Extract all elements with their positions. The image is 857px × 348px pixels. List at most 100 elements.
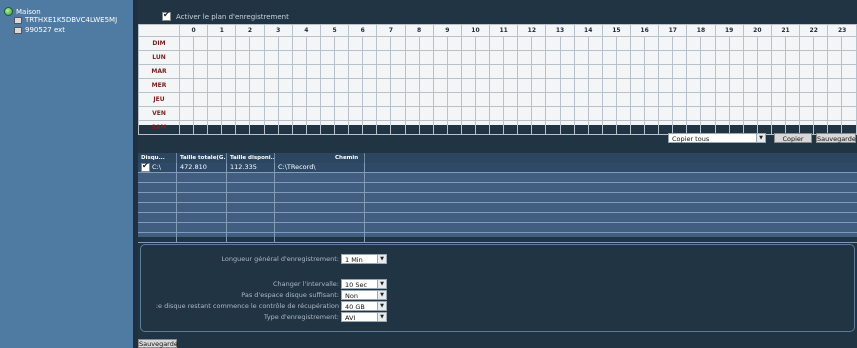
table-row[interactable] xyxy=(138,213,857,223)
schedule-cell[interactable] xyxy=(305,78,321,93)
schedule-cell[interactable] xyxy=(728,64,744,79)
schedule-cell[interactable] xyxy=(460,50,476,65)
schedule-cell[interactable] xyxy=(263,120,279,135)
schedule-cell[interactable] xyxy=(207,92,223,107)
schedule-cell[interactable] xyxy=(813,50,829,65)
schedule-cell[interactable] xyxy=(376,50,392,65)
schedule-cell[interactable] xyxy=(362,64,378,79)
schedule-cell[interactable] xyxy=(545,64,561,79)
schedule-cell[interactable] xyxy=(334,106,350,121)
schedule-cell[interactable] xyxy=(573,78,589,93)
schedule-cell[interactable] xyxy=(770,78,787,93)
schedule-cell[interactable] xyxy=(404,78,420,93)
schedule-cell[interactable] xyxy=(334,64,350,79)
schedule-cell[interactable] xyxy=(362,92,378,107)
schedule-cell[interactable] xyxy=(460,92,476,107)
schedule-cell[interactable] xyxy=(813,106,829,121)
schedule-cell[interactable] xyxy=(178,92,195,107)
schedule-cell[interactable] xyxy=(672,50,688,65)
schedule-cell[interactable] xyxy=(672,92,688,107)
schedule-cell[interactable] xyxy=(714,36,730,51)
schedule-cell[interactable] xyxy=(235,106,251,121)
schedule-cell[interactable] xyxy=(503,64,519,79)
schedule-cell[interactable] xyxy=(559,50,575,65)
schedule-cell[interactable] xyxy=(545,120,561,135)
schedule-cell[interactable] xyxy=(785,78,801,93)
schedule-cell[interactable] xyxy=(587,120,603,135)
schedule-table[interactable]: 0 1 2 3 4 5 6 7 8 9 10 11 12 13 14 15 16 17 18 19 20 21 22 23 D… xyxy=(138,24,857,135)
schedule-cell[interactable] xyxy=(418,36,434,51)
copy-select[interactable]: Copier tous ▼ xyxy=(668,133,766,143)
schedule-cell[interactable] xyxy=(489,64,505,79)
schedule-cell[interactable] xyxy=(686,50,702,65)
schedule-cell[interactable] xyxy=(545,92,561,107)
schedule-cell[interactable] xyxy=(629,106,646,121)
schedule-cell[interactable] xyxy=(629,120,646,135)
schedule-cell[interactable] xyxy=(573,36,589,51)
tree-device-1[interactable]: TRTHXE1K5DBVC4LWE5MJ xyxy=(14,16,117,24)
schedule-cell[interactable] xyxy=(545,36,561,51)
schedule-cell[interactable] xyxy=(489,78,505,93)
recording-type-select[interactable]: AVI ▼ xyxy=(341,312,387,322)
schedule-cell[interactable] xyxy=(770,92,787,107)
schedule-cell[interactable] xyxy=(573,50,589,65)
schedule-cell[interactable] xyxy=(644,78,660,93)
schedule-cell[interactable] xyxy=(841,36,857,51)
schedule-cell[interactable] xyxy=(207,36,223,51)
schedule-cell[interactable] xyxy=(489,120,505,135)
schedule-cell[interactable] xyxy=(658,50,674,65)
save-schedule-button[interactable]: Sauvegarde xyxy=(816,133,856,143)
schedule-cell[interactable] xyxy=(841,50,857,65)
schedule-cell[interactable] xyxy=(629,78,646,93)
schedule-cell[interactable] xyxy=(277,92,293,107)
disk-checkbox[interactable] xyxy=(141,163,150,172)
schedule-cell[interactable] xyxy=(770,64,787,79)
schedule-cell[interactable] xyxy=(291,92,307,107)
schedule-cell[interactable] xyxy=(178,120,195,135)
schedule-cell[interactable] xyxy=(334,50,350,65)
schedule-cell[interactable] xyxy=(799,50,815,65)
schedule-cell[interactable] xyxy=(348,50,364,65)
schedule-cell[interactable] xyxy=(235,50,251,65)
schedule-cell[interactable] xyxy=(207,50,223,65)
schedule-cell[interactable] xyxy=(291,36,307,51)
schedule-cell[interactable] xyxy=(418,50,434,65)
schedule-cell[interactable] xyxy=(362,78,378,93)
schedule-cell[interactable] xyxy=(418,64,434,79)
schedule-cell[interactable] xyxy=(531,50,547,65)
schedule-cell[interactable] xyxy=(700,50,716,65)
schedule-cell[interactable] xyxy=(813,92,829,107)
schedule-cell[interactable] xyxy=(376,78,392,93)
schedule-cell[interactable] xyxy=(827,78,843,93)
schedule-cell[interactable] xyxy=(432,78,448,93)
schedule-cell[interactable] xyxy=(193,78,209,93)
schedule-cell[interactable] xyxy=(785,36,801,51)
schedule-cell[interactable] xyxy=(334,36,350,51)
schedule-cell[interactable] xyxy=(277,36,293,51)
schedule-cell[interactable] xyxy=(474,120,491,135)
schedule-cell[interactable] xyxy=(319,106,336,121)
schedule-cell[interactable] xyxy=(517,106,533,121)
schedule-cell[interactable] xyxy=(615,50,632,65)
schedule-cell[interactable] xyxy=(207,106,223,121)
schedule-cell[interactable] xyxy=(615,106,632,121)
schedule-cell[interactable] xyxy=(348,64,364,79)
schedule-cell[interactable] xyxy=(235,92,251,107)
schedule-cell[interactable] xyxy=(432,106,448,121)
schedule-cell[interactable] xyxy=(813,64,829,79)
schedule-cell[interactable] xyxy=(587,106,603,121)
schedule-cell[interactable] xyxy=(263,50,279,65)
schedule-cell[interactable] xyxy=(446,92,462,107)
schedule-cell[interactable] xyxy=(207,78,223,93)
schedule-cell[interactable] xyxy=(376,92,392,107)
schedule-cell[interactable] xyxy=(221,78,237,93)
schedule-cell[interactable] xyxy=(249,92,265,107)
schedule-cell[interactable] xyxy=(249,78,265,93)
schedule-cell[interactable] xyxy=(559,92,575,107)
schedule-cell[interactable] xyxy=(390,64,406,79)
schedule-cell[interactable] xyxy=(263,92,279,107)
schedule-cell[interactable] xyxy=(376,120,392,135)
schedule-cell[interactable] xyxy=(503,120,519,135)
schedule-cell[interactable] xyxy=(489,50,505,65)
table-row[interactable] xyxy=(138,173,857,183)
